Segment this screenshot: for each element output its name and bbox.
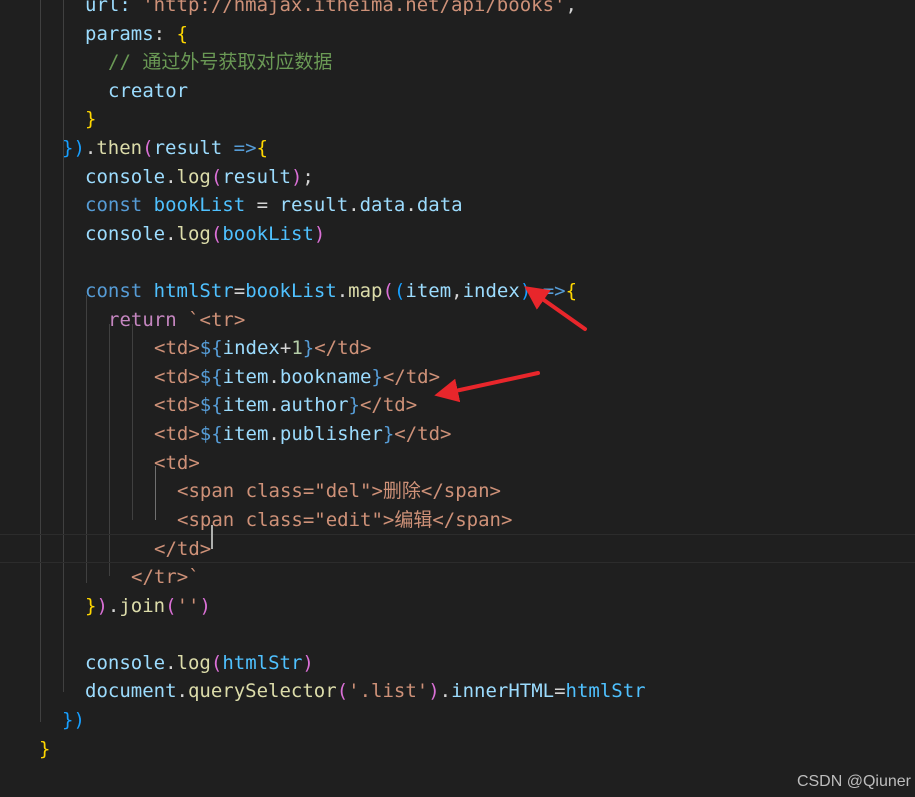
watermark: CSDN @Qiuner [796,773,911,790]
annotation-layer [434,286,587,403]
code-editor[interactable]: url: 'http://hmajax.itheima.net/api/book… [0,0,915,797]
annotation-arrow [524,286,587,331]
annotation-arrow [434,371,540,403]
